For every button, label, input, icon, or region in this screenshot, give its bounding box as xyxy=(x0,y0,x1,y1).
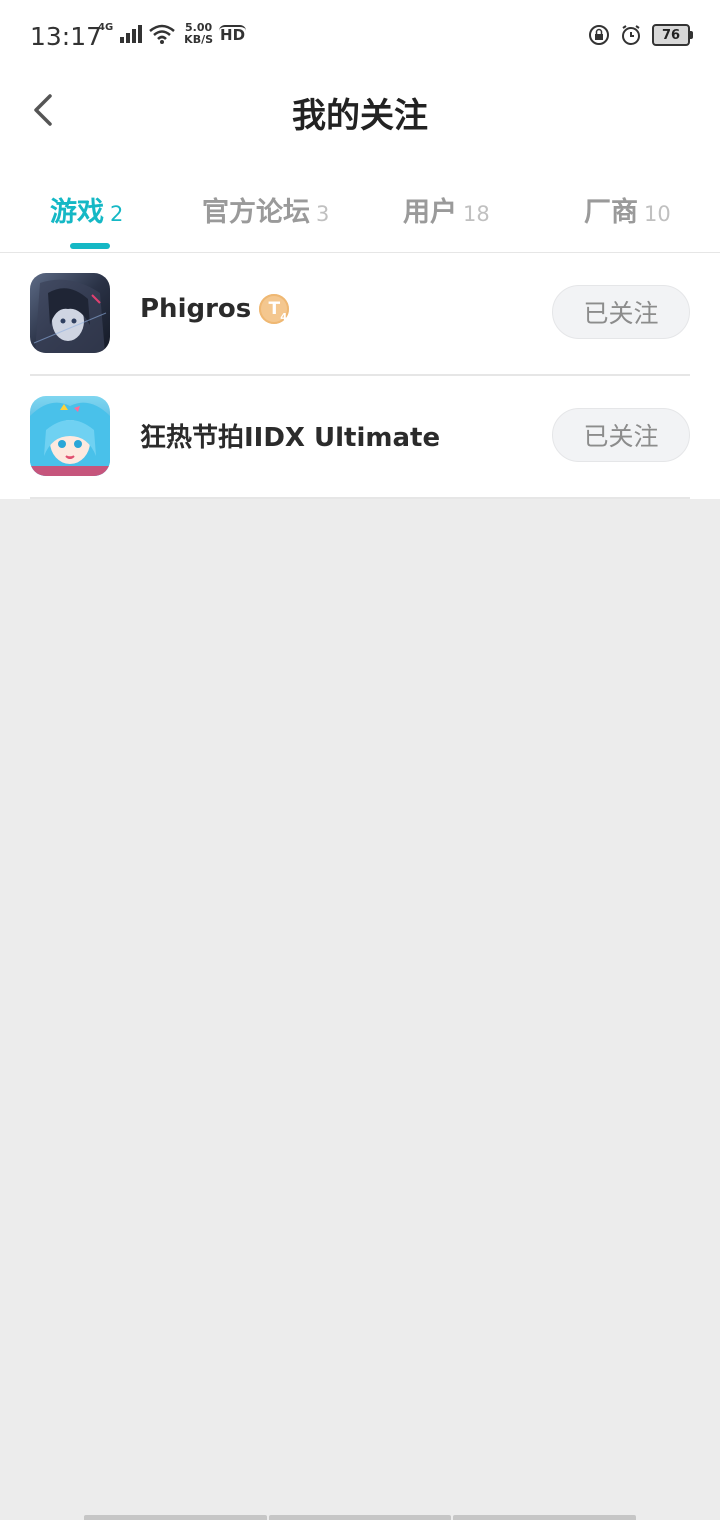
tab-count: 18 xyxy=(463,202,490,226)
speed-unit: KB/S xyxy=(184,33,214,46)
badge-number: 4 xyxy=(280,312,288,323)
hd-icon: HD xyxy=(219,25,247,44)
battery-icon: 76 xyxy=(652,24,693,46)
tab-games[interactable]: 游戏 2 xyxy=(50,190,123,229)
top-section: 13:17 4G 5.00 KB/S HD 76 我的关注 游戏 2 官方论坛 … xyxy=(0,0,720,253)
signal-icon xyxy=(120,25,143,43)
game-name[interactable]: 狂热节拍IIDX Ultimate xyxy=(140,417,440,454)
badge-letter: T xyxy=(268,299,281,319)
followed-games-list: Phigros T 4 已关注 狂热节拍IIDX Ultimate 已关注 xyxy=(0,253,720,499)
nav-segment[interactable] xyxy=(84,1515,267,1520)
following-button[interactable]: 已关注 xyxy=(552,285,690,339)
nav-segment[interactable] xyxy=(268,1515,452,1520)
tab-count: 2 xyxy=(110,202,124,226)
game-name-text: Phigros xyxy=(140,294,252,324)
game-name[interactable]: Phigros T 4 xyxy=(140,294,290,324)
wifi-icon xyxy=(149,24,175,44)
tab-official-forum[interactable]: 官方论坛 3 xyxy=(202,190,329,229)
rotation-lock-icon xyxy=(589,25,609,45)
game-name-text: 狂热节拍IIDX Ultimate xyxy=(140,423,441,453)
level-badge-icon: T 4 xyxy=(259,294,290,324)
nav-segment[interactable] xyxy=(453,1515,637,1520)
active-tab-indicator xyxy=(70,243,110,249)
tab-count: 3 xyxy=(316,202,330,226)
network-type: 4G xyxy=(98,21,114,33)
phigros-app-icon[interactable] xyxy=(30,273,110,353)
header: 我的关注 xyxy=(0,72,720,148)
network-speed: 5.00 KB/S xyxy=(184,22,213,46)
alarm-icon xyxy=(622,25,640,45)
gesture-navigation-bar[interactable] xyxy=(84,1515,637,1520)
tab-count: 10 xyxy=(644,202,671,226)
tab-label: 游戏 xyxy=(50,197,104,228)
list-item[interactable]: 狂热节拍IIDX Ultimate 已关注 xyxy=(30,376,690,499)
tab-label: 用户 xyxy=(403,197,457,228)
status-time: 13:17 xyxy=(30,22,103,51)
tab-label: 官方论坛 xyxy=(202,197,310,228)
iidx-ultimate-app-icon[interactable] xyxy=(30,396,110,476)
battery-level: 76 xyxy=(661,27,681,43)
tab-users[interactable]: 用户 18 xyxy=(403,190,490,229)
following-button[interactable]: 已关注 xyxy=(552,408,690,462)
status-right-icons: 76 xyxy=(588,24,693,46)
tab-vendors[interactable]: 厂商 10 xyxy=(584,190,671,229)
tab-label: 厂商 xyxy=(584,197,638,228)
status-left-icons: 4G 5.00 KB/S HD xyxy=(98,21,247,46)
page-title: 我的关注 xyxy=(292,96,428,136)
status-bar: 13:17 4G 5.00 KB/S HD 76 xyxy=(0,0,720,72)
list-item[interactable]: Phigros T 4 已关注 xyxy=(30,253,690,376)
tab-bar: 游戏 2 官方论坛 3 用户 18 厂商 10 xyxy=(0,148,720,253)
